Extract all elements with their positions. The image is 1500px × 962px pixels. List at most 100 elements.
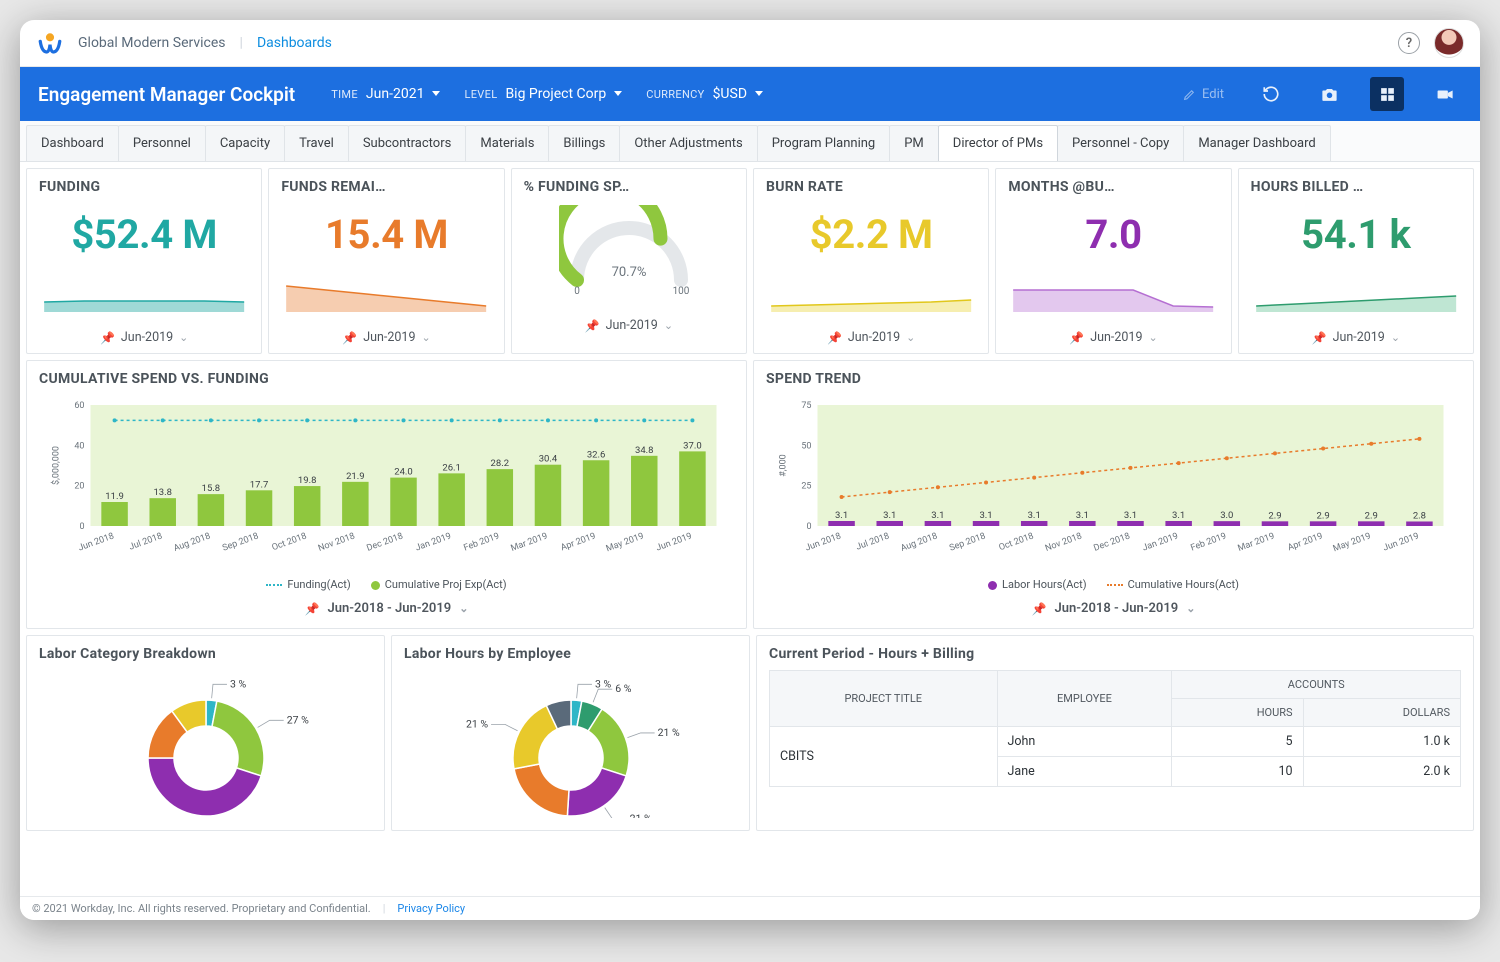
legend-item[interactable]: Cumulative Hours(Act) (1107, 578, 1239, 591)
kpi-value: $52.4 M (39, 211, 249, 258)
sparkline (1251, 276, 1461, 312)
kpi-card: FUNDS REMAI…15.4 M📌Jun-2019⌄ (268, 168, 504, 354)
tab-dashboard[interactable]: Dashboard (26, 125, 119, 161)
kpi-card: HOURS BILLED …54.1 k📌Jun-2019⌄ (1238, 168, 1474, 354)
svg-text:15.8: 15.8 (202, 483, 221, 494)
blue-bar: Engagement Manager Cockpit TIME Jun-2021… (20, 67, 1480, 121)
svg-text:28.2: 28.2 (491, 458, 510, 469)
edit-button[interactable]: Edit (1177, 87, 1230, 102)
sparkline (39, 276, 249, 312)
cumulative-spend-chart[interactable]: 0204060$,000,00011.913.815.817.719.821.9… (39, 391, 734, 566)
tab-other-adjustments[interactable]: Other Adjustments (619, 125, 757, 161)
svg-text:40: 40 (74, 441, 84, 451)
svg-text:Nov 2018: Nov 2018 (1044, 531, 1083, 554)
kpi-period-selector[interactable]: 📌Jun-2019⌄ (1251, 330, 1461, 345)
svg-text:3 %: 3 % (229, 677, 246, 690)
chart-title: Labor Hours by Employee (404, 646, 737, 662)
footer: © 2021 Workday, Inc. All rights reserved… (20, 896, 1480, 920)
chart-title: CUMULATIVE SPEND VS. FUNDING (39, 371, 734, 387)
legend-item[interactable]: Cumulative Proj Exp(Act) (371, 578, 507, 591)
svg-text:Jul 2018: Jul 2018 (128, 531, 164, 552)
refresh-button[interactable] (1254, 77, 1288, 111)
svg-text:3.1: 3.1 (931, 510, 944, 521)
svg-text:Sep 2018: Sep 2018 (948, 531, 987, 553)
camera-button[interactable] (1312, 77, 1346, 111)
svg-text:Sep 2018: Sep 2018 (221, 531, 260, 553)
svg-text:25: 25 (801, 482, 811, 492)
chevron-down-icon: ⌄ (421, 331, 430, 344)
currency-selector[interactable]: CURRENCY $USD (646, 86, 763, 102)
kpi-card: MONTHS @BU…7.0📌Jun-2019⌄ (995, 168, 1231, 354)
help-icon[interactable]: ? (1398, 32, 1420, 54)
labor-employee-donut[interactable]: 3 %6 %21 %21 %21 % (441, 668, 701, 818)
svg-text:11.9: 11.9 (105, 491, 124, 502)
tab-travel[interactable]: Travel (284, 125, 349, 161)
grid-view-button[interactable] (1370, 77, 1404, 111)
top-bar: Global Modern Services | Dashboards ? (20, 20, 1480, 67)
tab-director-of-pms[interactable]: Director of PMs (938, 125, 1058, 161)
sparkline (281, 276, 491, 312)
tab-subcontractors[interactable]: Subcontractors (348, 125, 467, 161)
svg-text:Nov 2018: Nov 2018 (317, 531, 356, 554)
tab-manager-dashboard[interactable]: Manager Dashboard (1183, 125, 1330, 161)
chevron-down-icon: ⌄ (1391, 331, 1400, 344)
kpi-period-selector[interactable]: 📌Jun-2019⌄ (281, 330, 491, 345)
tab-capacity[interactable]: Capacity (205, 125, 285, 161)
svg-text:2.9: 2.9 (1365, 510, 1378, 521)
privacy-policy-link[interactable]: Privacy Policy (397, 902, 465, 915)
kpi-period-selector[interactable]: 📌Jun-2019⌄ (1008, 330, 1218, 345)
labor-employee-card: Labor Hours by Employee 3 %6 %21 %21 %21… (391, 635, 750, 831)
tab-materials[interactable]: Materials (465, 125, 549, 161)
chart-title: SPEND TREND (766, 371, 1461, 387)
gauge-icon: 70.7%0100 (559, 205, 699, 300)
workday-logo-icon[interactable] (36, 29, 64, 57)
svg-text:2.9: 2.9 (1268, 510, 1281, 521)
svg-text:6 %: 6 % (615, 682, 632, 695)
svg-text:13.8: 13.8 (153, 487, 172, 498)
pin-icon: 📌 (1032, 602, 1047, 616)
svg-text:34.8: 34.8 (635, 445, 654, 456)
svg-text:21 %: 21 % (657, 726, 679, 739)
svg-text:0: 0 (79, 522, 84, 532)
legend-item[interactable]: Labor Hours(Act) (988, 578, 1087, 591)
svg-text:Jul 2018: Jul 2018 (855, 531, 891, 552)
kpi-period-selector[interactable]: 📌Jun-2019⌄ (39, 330, 249, 345)
chevron-down-icon (755, 91, 763, 96)
svg-text:50: 50 (801, 441, 811, 451)
svg-text:17.7: 17.7 (250, 479, 269, 490)
chart-range-selector[interactable]: 📌 Jun-2018 - Jun-2019 ⌄ (766, 601, 1461, 616)
tab-pm[interactable]: PM (889, 125, 939, 161)
chart-range-selector[interactable]: 📌 Jun-2018 - Jun-2019 ⌄ (39, 601, 734, 616)
svg-text:21 %: 21 % (629, 812, 651, 818)
labor-category-donut[interactable]: 3 %27 % (76, 668, 336, 818)
legend-item[interactable]: Funding(Act) (266, 578, 350, 591)
time-selector[interactable]: TIME Jun-2021 (331, 86, 440, 102)
svg-text:3.1: 3.1 (1172, 510, 1185, 521)
tab-personnel-copy[interactable]: Personnel - Copy (1057, 125, 1184, 161)
kpi-title: HOURS BILLED … (1251, 179, 1461, 195)
hours-billing-table[interactable]: PROJECT TITLE EMPLOYEE ACCOUNTS HOURS DO… (769, 670, 1461, 787)
kpi-period-selector[interactable]: 📌Jun-2019⌄ (524, 318, 734, 333)
svg-text:Mar 2019: Mar 2019 (510, 531, 549, 553)
kpi-card: % FUNDING SP…70.7%0100📌Jun-2019⌄ (511, 168, 747, 354)
user-avatar[interactable] (1434, 28, 1464, 58)
svg-text:Aug 2018: Aug 2018 (899, 531, 938, 554)
tab-program-planning[interactable]: Program Planning (757, 125, 890, 161)
spend-trend-chart[interactable]: 0255075#,0003.13.13.13.13.13.13.13.13.02… (766, 391, 1461, 566)
cumulative-spend-chart-card: CUMULATIVE SPEND VS. FUNDING 0204060$,00… (26, 360, 747, 629)
tab-billings[interactable]: Billings (548, 125, 620, 161)
video-camera-button[interactable] (1428, 77, 1462, 111)
sparkline (1008, 276, 1218, 312)
svg-text:Dec 2018: Dec 2018 (1093, 531, 1132, 553)
level-selector[interactable]: LEVEL Big Project Corp (464, 86, 622, 102)
dashboards-link[interactable]: Dashboards (257, 35, 332, 51)
svg-text:26.1: 26.1 (442, 462, 461, 473)
table-row[interactable]: CBITSJohn51.0 k (770, 727, 1461, 757)
svg-text:3.1: 3.1 (1124, 510, 1137, 521)
svg-text:21.9: 21.9 (346, 471, 365, 482)
tab-personnel[interactable]: Personnel (118, 125, 206, 161)
kpi-value: $2.2 M (766, 211, 976, 258)
kpi-period-selector[interactable]: 📌Jun-2019⌄ (766, 330, 976, 345)
svg-text:Feb 2019: Feb 2019 (462, 531, 500, 553)
svg-text:Jun 2018: Jun 2018 (804, 531, 843, 553)
